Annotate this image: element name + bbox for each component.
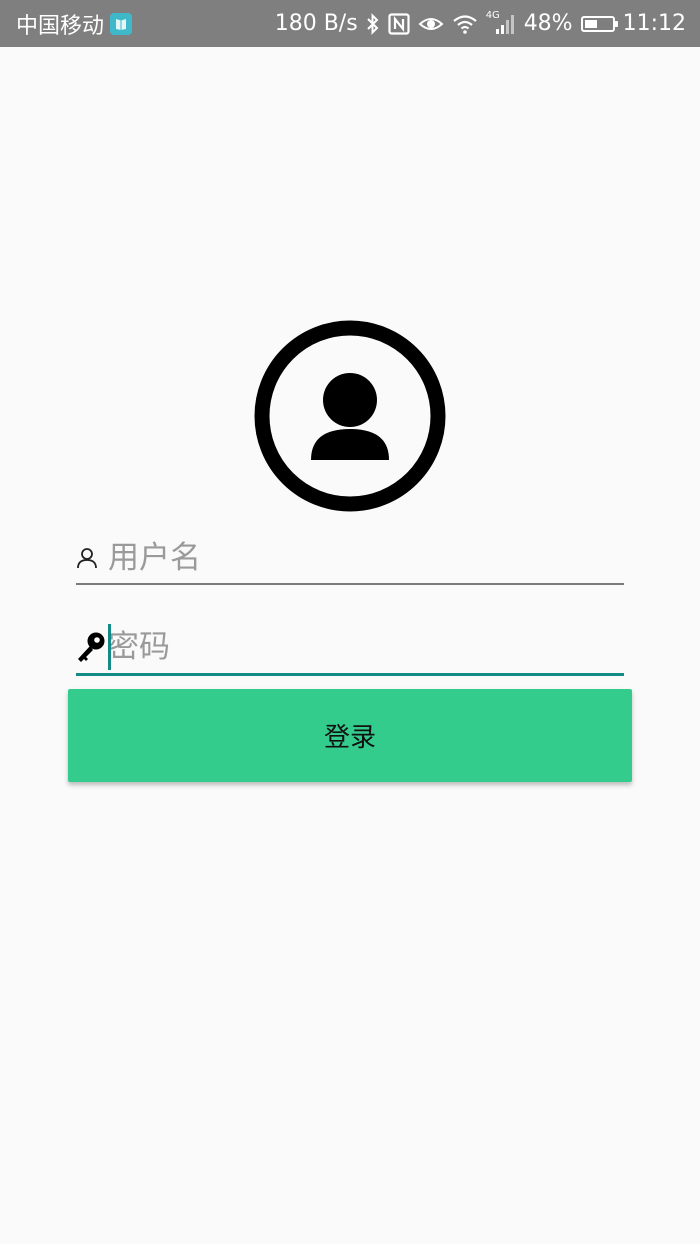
nfc-icon: [388, 12, 410, 35]
carrier-label: 中国移动: [16, 13, 105, 39]
username-input[interactable]: [108, 533, 624, 583]
status-left: 中国移动: [16, 8, 133, 40]
user-circle-icon: [253, 319, 447, 513]
password-input[interactable]: [108, 620, 624, 673]
status-bar: 中国移动 180 B/s 4G 48% 11:12: [0, 0, 700, 47]
network-speed: 180 B/s: [274, 11, 358, 36]
eye-comfort-icon: [418, 14, 444, 34]
book-app-icon: [110, 12, 133, 35]
username-field: [76, 533, 624, 585]
login-button[interactable]: 登录: [68, 689, 632, 782]
status-right: 180 B/s 4G 48% 11:12: [274, 10, 686, 36]
signal-4g-icon: 4G: [486, 10, 516, 35]
password-field: [76, 620, 624, 676]
key-icon: [76, 631, 108, 663]
bluetooth-icon: [366, 12, 380, 35]
battery-fill: [584, 19, 598, 28]
battery-icon: [580, 15, 618, 32]
wifi-icon: [452, 14, 478, 34]
text-caret: [108, 623, 111, 670]
battery-percent: 48%: [523, 11, 573, 36]
clock: 11:12: [622, 11, 686, 36]
person-outline-icon: [76, 547, 108, 569]
